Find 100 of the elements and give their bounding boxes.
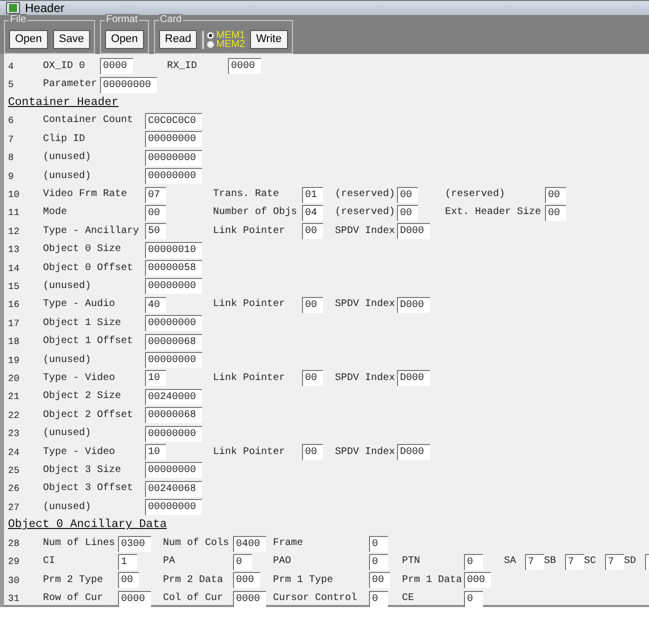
window-icon	[6, 1, 20, 15]
input-field[interactable]: 0000	[228, 58, 262, 74]
input-field[interactable]: 00	[397, 186, 418, 203]
input-field[interactable]: 00	[302, 223, 324, 240]
input-field[interactable]: 00000000	[145, 462, 202, 478]
input-field[interactable]: 07	[145, 186, 166, 203]
input-field[interactable]: 00000000	[145, 499, 202, 516]
line-number: 16	[8, 299, 20, 310]
input-field[interactable]: 0000	[233, 590, 266, 607]
field-label: Num of Cols	[163, 538, 230, 550]
input-field[interactable]: 0	[233, 554, 252, 570]
input-field[interactable]: 1	[118, 554, 137, 570]
toolbar-button[interactable]: Save	[52, 30, 90, 49]
input-field[interactable]: 00	[302, 296, 324, 313]
input-field[interactable]: 00	[397, 204, 418, 221]
input-field[interactable]: 00	[145, 204, 166, 221]
input-field[interactable]: 000	[233, 572, 260, 588]
field-label: (unused)	[43, 502, 92, 513]
input-field[interactable]: 00000068	[145, 334, 202, 350]
line-number: 4	[8, 60, 15, 72]
line-number: 26	[8, 483, 20, 494]
input-field[interactable]: 00000000	[145, 426, 202, 442]
input-field[interactable]: 00000000	[145, 315, 202, 332]
field-label: Ext. Header Size	[445, 207, 542, 218]
field-label: (unused)	[43, 354, 92, 366]
input-field[interactable]: D000	[397, 296, 430, 313]
field-label: Object 0 Size	[43, 244, 122, 256]
input-field[interactable]: 7	[605, 554, 624, 570]
field-label: (unused)	[43, 280, 92, 292]
input-field[interactable]: 00	[118, 572, 140, 588]
toolbar-button[interactable]: Open	[105, 30, 144, 49]
input-field[interactable]: 7	[525, 554, 544, 570]
field-label: Object 2 Size	[43, 391, 122, 402]
input-field[interactable]: 000	[464, 572, 492, 588]
field-label: (unused)	[43, 428, 92, 440]
field-label: PTN	[402, 556, 422, 568]
toolbar-button[interactable]: Read	[158, 30, 198, 49]
line-number: 17	[8, 318, 20, 329]
toolbar-button[interactable]: Open	[9, 30, 48, 49]
input-field[interactable]: 00000000	[145, 352, 202, 368]
radio-button[interactable]	[207, 40, 214, 48]
input-field[interactable]: 0400	[233, 536, 266, 552]
input-field[interactable]: 50	[145, 223, 166, 240]
line-number: 18	[8, 336, 20, 348]
field-label: SB	[544, 556, 558, 568]
input-field[interactable]: 40	[145, 296, 166, 313]
input-field[interactable]: 7	[565, 554, 584, 570]
input-field[interactable]: 00240068	[145, 480, 202, 497]
input-field[interactable]: 00000000	[145, 278, 202, 294]
field-label: Prm 2 Type	[43, 574, 104, 586]
line-number: 30	[8, 574, 20, 586]
field-label: SA	[504, 556, 518, 568]
field-label: Mode	[43, 207, 68, 218]
line-number: 28	[8, 538, 20, 550]
line-number: 6	[8, 115, 15, 126]
input-field[interactable]: D000	[397, 223, 430, 240]
input-field[interactable]: 00000010	[145, 242, 202, 258]
input-field[interactable]: 00000058	[145, 260, 202, 276]
input-field[interactable]: 00	[302, 444, 324, 460]
input-field[interactable]: 01	[302, 186, 324, 203]
field-label: Object 1 Size	[43, 318, 122, 329]
field-label: Container Count	[43, 115, 134, 126]
line-number: 14	[8, 262, 20, 274]
input-field[interactable]: 00000000	[145, 150, 202, 166]
input-field[interactable]: 00	[302, 370, 324, 386]
section-heading: Object 0 Ancillary Data	[8, 517, 168, 534]
input-field[interactable]: 00000000	[145, 131, 202, 148]
input-field[interactable]: 00000068	[145, 407, 202, 424]
line-number: 20	[8, 372, 20, 384]
input-field[interactable]: 04	[302, 204, 324, 221]
input-field[interactable]: 0000	[118, 590, 152, 607]
input-field[interactable]: C0C0C0C0	[145, 112, 202, 129]
input-field[interactable]: 0	[464, 554, 483, 570]
field-label: Parameter	[43, 79, 98, 90]
input-field[interactable]: 00	[545, 204, 566, 221]
input-field[interactable]: 0	[369, 536, 388, 552]
input-field[interactable]: 00240000	[145, 388, 202, 405]
field-label: Type - Ancillary	[43, 226, 140, 237]
radio-button[interactable]	[207, 32, 214, 38]
field-label: Link Pointer	[213, 372, 286, 384]
input-field[interactable]: 10	[145, 370, 166, 386]
input-field[interactable]: 00	[545, 186, 566, 203]
line-number: 31	[8, 593, 20, 604]
field-label: PAO	[273, 556, 292, 568]
input-field[interactable]: 00000000	[100, 76, 158, 93]
input-field[interactable]: 0	[464, 590, 483, 607]
input-field[interactable]: D000	[397, 444, 430, 460]
field-label: Prm 1 Data	[402, 574, 464, 586]
toolbar-button[interactable]: Write	[250, 30, 288, 49]
line-number: 8	[8, 152, 15, 164]
input-field[interactable]: 0300	[118, 536, 152, 552]
input-field[interactable]: 00000000	[145, 168, 202, 184]
input-field[interactable]: 0000	[100, 58, 134, 74]
input-field[interactable]: D000	[397, 370, 430, 386]
input-field[interactable]: 00	[369, 572, 390, 588]
input-field[interactable]: 0	[369, 590, 388, 607]
input-field[interactable]: 10	[145, 444, 166, 460]
field-label: SPDV Index	[335, 372, 396, 384]
input-field[interactable]: 0	[369, 554, 388, 570]
field-label: SPDV Index	[335, 446, 396, 458]
